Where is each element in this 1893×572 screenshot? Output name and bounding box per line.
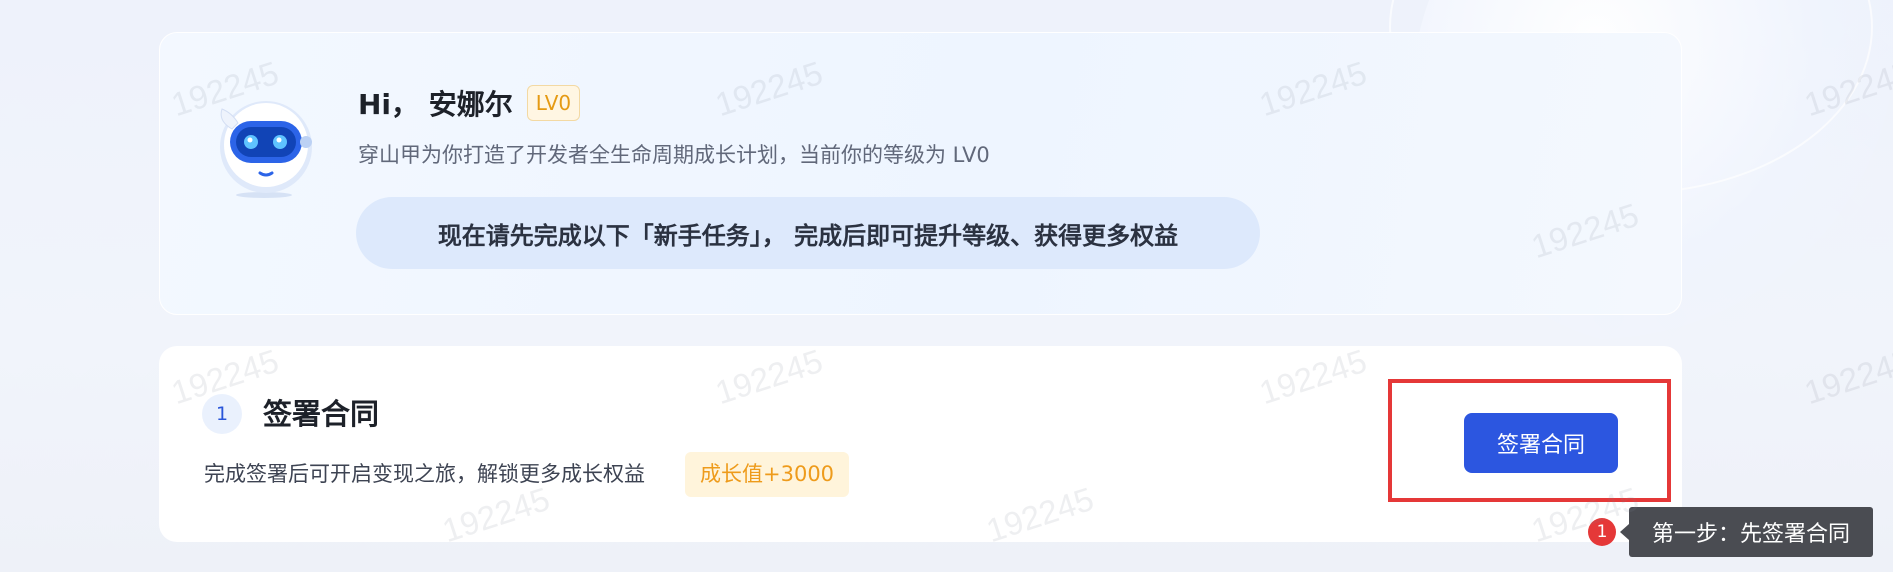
guide-tooltip: 第一步：先签署合同 <box>1620 507 1873 557</box>
guide-step-marker: 1 <box>1588 518 1616 546</box>
sign-contract-task-card: 1 签署合同 完成签署后可开启变现之旅，解锁更多成长权益 成长值+3000 <box>159 346 1682 542</box>
sign-contract-button[interactable]: 签署合同 <box>1464 413 1618 473</box>
newbie-task-notice: 现在请先完成以下「新手任务」， 完成后即可提升等级、获得更多权益 <box>356 197 1260 269</box>
task-description: 完成签署后可开启变现之旅，解锁更多成长权益 <box>204 462 645 486</box>
watermark-text: 192245 <box>1799 53 1893 124</box>
watermark-text: 192245 <box>1799 341 1893 412</box>
greeting-text: Hi， 安娜尔 <box>358 88 513 121</box>
growth-plan-subtitle: 穿山甲为你打造了开发者全生命周期成长计划，当前你的等级为 LV0 <box>358 143 990 167</box>
welcome-card: Hi， 安娜尔 LV0 穿山甲为你打造了开发者全生命周期成长计划，当前你的等级为… <box>159 32 1682 315</box>
greeting-row: Hi， 安娜尔 LV0 <box>358 83 581 123</box>
level-badge: LV0 <box>526 85 581 121</box>
step-number-badge: 1 <box>202 394 242 434</box>
task-title: 签署合同 <box>263 397 380 431</box>
robot-mascot-icon <box>210 87 314 199</box>
growth-value-badge: 成长值+3000 <box>685 452 850 497</box>
